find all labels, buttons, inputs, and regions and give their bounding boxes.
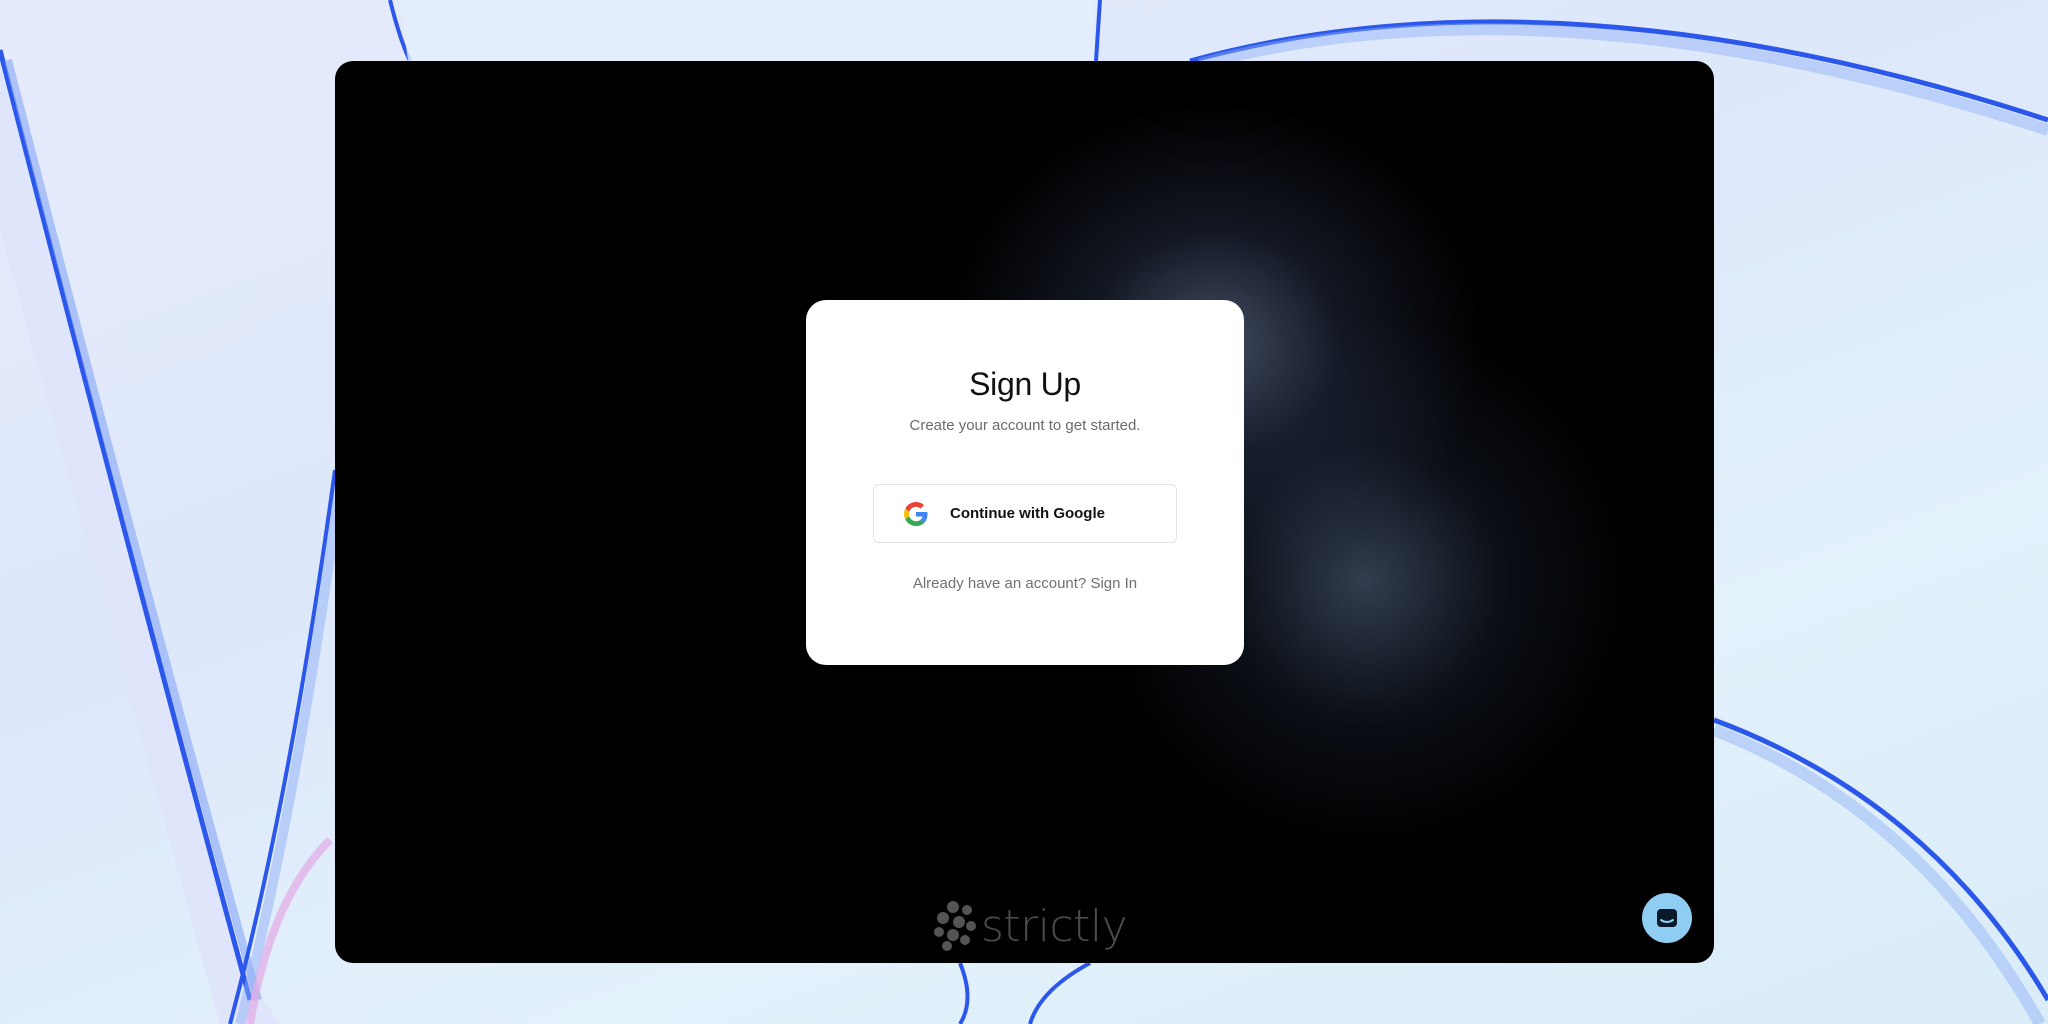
strictly-logo-icon (934, 901, 976, 951)
page-title: Sign Up (969, 366, 1081, 402)
brand-name: strictly (981, 900, 1128, 952)
chat-icon (1657, 909, 1677, 927)
google-icon (904, 501, 928, 526)
google-button-label: Continue with Google (950, 505, 1105, 522)
brand-logo: strictly (931, 899, 1128, 953)
desktop: Sign Up Create your account to get start… (0, 0, 2048, 1024)
continue-with-google-button[interactable]: Continue with Google (873, 484, 1177, 543)
sign-in-link[interactable]: Already have an account? Sign In (913, 575, 1137, 592)
page-subtitle: Create your account to get started. (909, 417, 1141, 434)
chat-launcher-button[interactable] (1642, 893, 1692, 943)
app-window: Sign Up Create your account to get start… (335, 61, 1714, 963)
signup-card: Sign Up Create your account to get start… (806, 300, 1244, 665)
